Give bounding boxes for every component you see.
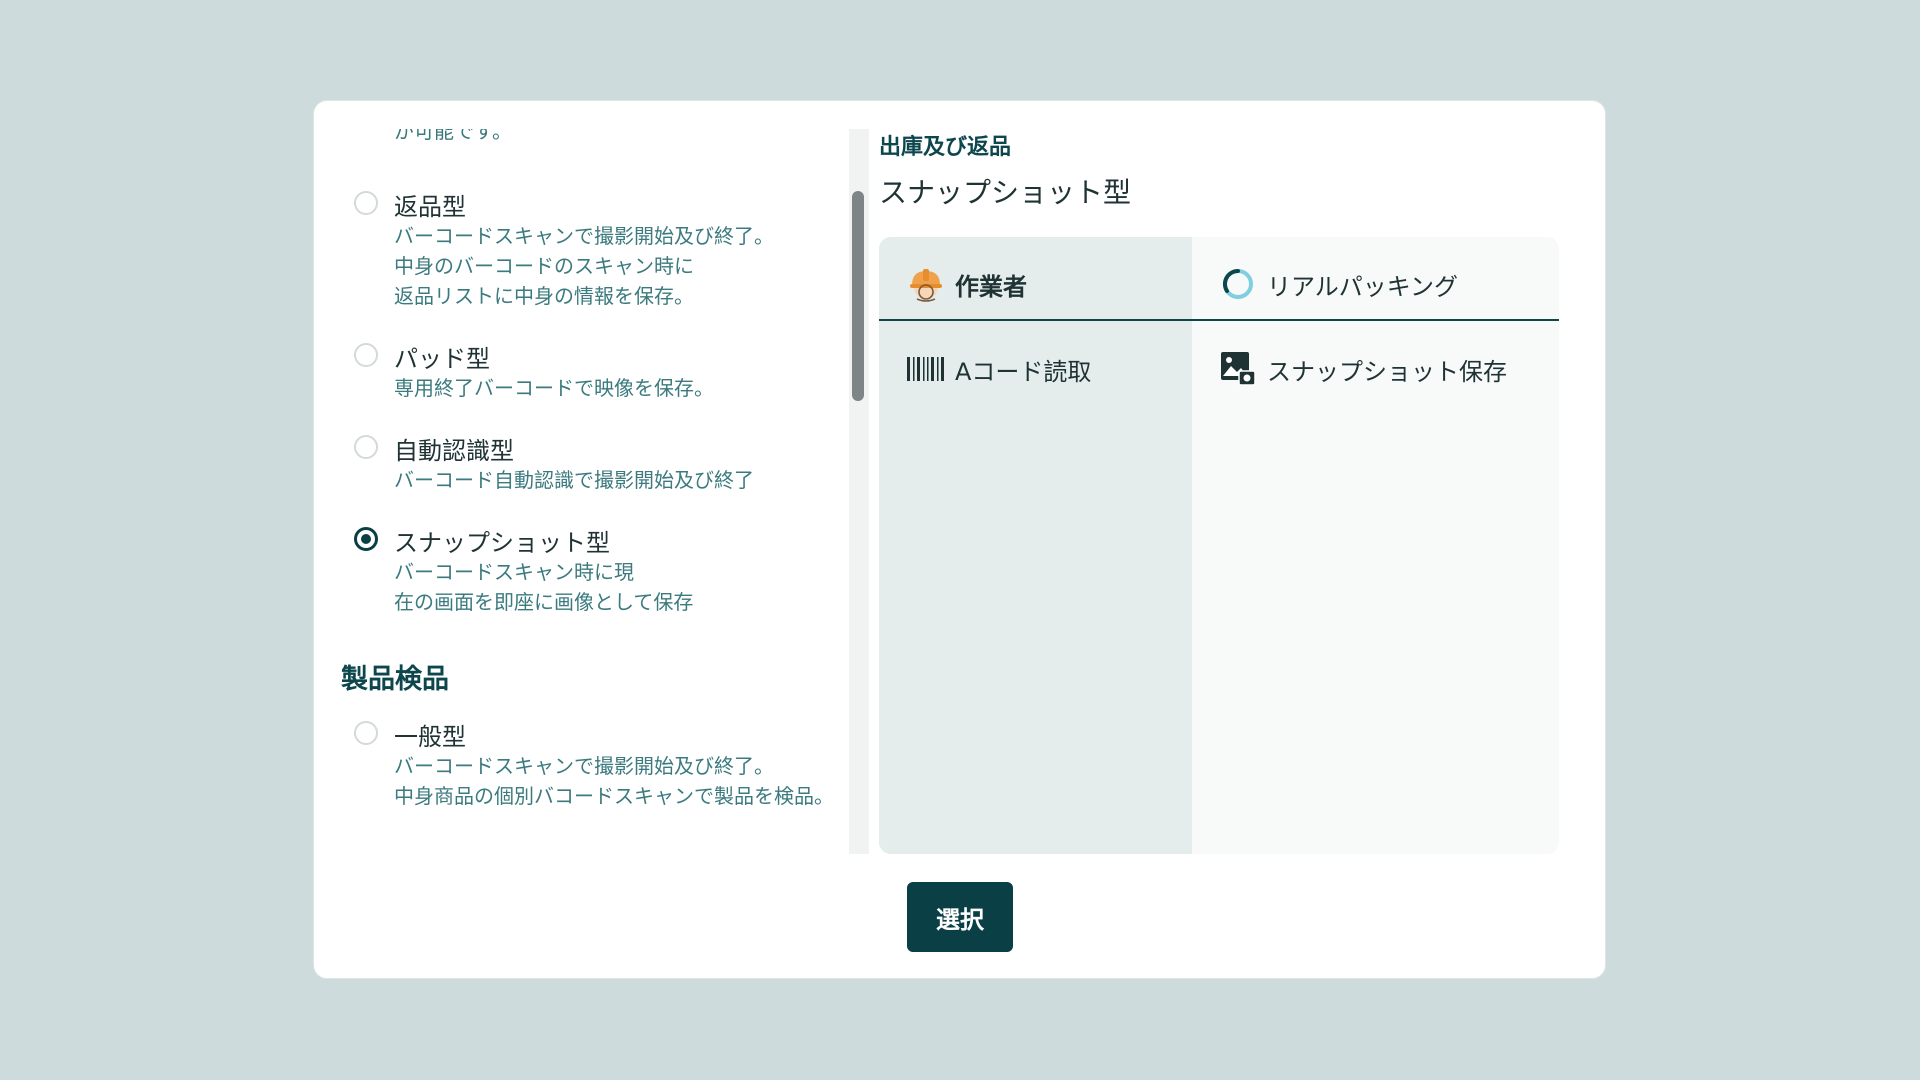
mode-select-dialog: が可能です。 返品型 バーコードスキャンで撮影開始及び終了。 中身のバーコードの… bbox=[313, 100, 1606, 979]
cut-off-description: が可能です。 bbox=[394, 129, 512, 143]
option-title: スナップショット型 bbox=[394, 529, 610, 557]
snapshot-save-label: スナップショット保存 bbox=[1267, 357, 1507, 386]
snapshot-save-step: スナップショット保存 bbox=[1219, 349, 1507, 389]
option-description: バーコード自動認識で撮影開始及び終了 bbox=[394, 468, 754, 492]
image-save-icon bbox=[1219, 350, 1257, 388]
option-description: バーコードスキャンで撮影開始及び終了。 中身商品の個別バコードスキャンで製品を検… bbox=[394, 754, 834, 808]
scrollbar-thumb[interactable] bbox=[852, 191, 864, 401]
select-button[interactable]: 選択 bbox=[907, 882, 1013, 952]
radio-return-type[interactable] bbox=[354, 191, 378, 215]
preview-type-title: スナップショット型 bbox=[879, 176, 1132, 209]
real-packing-header-label: リアルパッキング bbox=[1267, 272, 1459, 301]
option-description: バーコードスキャンで撮影開始及び終了。 中身のバーコードのスキャン時に 返品リス… bbox=[394, 224, 774, 308]
loading-ring-icon bbox=[1219, 265, 1257, 303]
barcode-icon bbox=[907, 350, 945, 388]
worker-column bbox=[879, 237, 1192, 854]
header-divider bbox=[879, 319, 1559, 321]
barcode-read-step: Aコード読取 bbox=[907, 349, 1091, 389]
worker-helmet-icon bbox=[907, 265, 945, 303]
radio-snapshot-type[interactable] bbox=[354, 527, 378, 551]
radio-general-type[interactable] bbox=[354, 721, 378, 745]
preview-panel: 出庫及び返品 スナップショット型 作業者 リアルパッキング Aコード読取 スナッ… bbox=[879, 129, 1559, 854]
option-title: 自動認識型 bbox=[394, 437, 514, 465]
barcode-read-label: Aコード読取 bbox=[955, 357, 1092, 386]
worker-header: 作業者 bbox=[907, 264, 1027, 304]
workflow-diagram: 作業者 リアルパッキング Aコード読取 スナップショット保存 bbox=[879, 237, 1559, 854]
worker-header-label: 作業者 bbox=[955, 272, 1027, 301]
preview-section-title: 出庫及び返品 bbox=[879, 135, 1012, 160]
radio-pad-type[interactable] bbox=[354, 343, 378, 367]
mode-options-list[interactable]: が可能です。 返品型 バーコードスキャンで撮影開始及び終了。 中身のバーコードの… bbox=[314, 129, 869, 854]
option-title: 返品型 bbox=[394, 193, 466, 221]
option-title: パッド型 bbox=[394, 345, 490, 373]
section-title-product-inspection: 製品検品 bbox=[341, 664, 449, 695]
option-title: 一般型 bbox=[394, 723, 466, 751]
option-description: 専用終了バーコードで映像を保存。 bbox=[394, 376, 714, 400]
real-packing-header: リアルパッキング bbox=[1219, 264, 1458, 304]
radio-auto-recognition-type[interactable] bbox=[354, 435, 378, 459]
option-description: バーコードスキャン時に現 在の画面を即座に画像として保存 bbox=[394, 560, 694, 614]
